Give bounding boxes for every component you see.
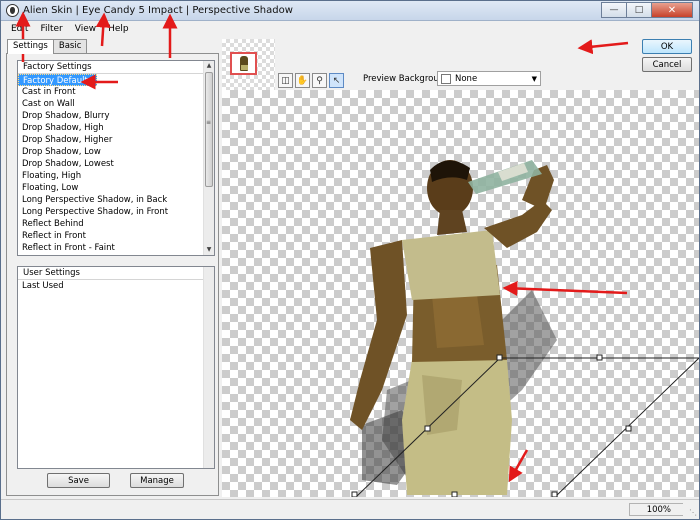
chevron-down-icon: ▼ [531, 75, 537, 83]
grip-icon: ≡ [206, 119, 212, 126]
navigator-view-frame[interactable] [230, 52, 257, 75]
app-window: Alien Skin | Eye Candy 5 Impact | Perspe… [0, 0, 700, 520]
ok-button[interactable]: OK [642, 39, 692, 54]
settings-tabs: Settings Basic [7, 39, 88, 54]
menu-view[interactable]: View [69, 22, 102, 37]
list-item[interactable]: Drop Shadow, Low [18, 146, 214, 158]
menu-help[interactable]: Help [102, 22, 135, 37]
user-settings-list[interactable]: User Settings Last Used [17, 266, 215, 469]
list-item-last-used[interactable]: Last Used [18, 280, 214, 292]
user-settings-header: User Settings [18, 267, 203, 280]
thumbnail-image [240, 56, 248, 71]
factory-settings-header: Factory Settings [18, 61, 203, 74]
close-icon: ✕ [667, 4, 677, 16]
list-item[interactable]: Drop Shadow, Lowest [18, 158, 214, 170]
tab-basic[interactable]: Basic [52, 39, 88, 53]
tab-settings[interactable]: Settings [7, 39, 54, 54]
list-item[interactable]: Cast on Wall [18, 98, 214, 110]
list-item[interactable]: Long Perspective Shadow, in Back [18, 194, 214, 206]
before-after-icon[interactable]: ◫ [278, 73, 293, 88]
hand-icon[interactable]: ✋ [295, 73, 310, 88]
preview-canvas[interactable] [222, 90, 699, 497]
list-item[interactable]: Drop Shadow, Blurry [18, 110, 214, 122]
list-item[interactable]: Floating, Low [18, 182, 214, 194]
window-controls: — □ ✕ [601, 2, 693, 18]
menu-bar: Edit Filter View Help [1, 22, 699, 37]
maximize-icon: □ [634, 5, 644, 15]
resize-grip-icon[interactable]: ⋱ [689, 508, 697, 517]
scroll-down-icon[interactable]: ▼ [204, 245, 214, 255]
scroll-thumb[interactable] [205, 72, 213, 187]
list-item[interactable]: Reflect Behind [18, 218, 214, 230]
minimize-icon: — [609, 5, 619, 15]
list-item[interactable]: Floating, High [18, 170, 214, 182]
preview-background-value: None [455, 74, 478, 84]
cancel-button[interactable]: Cancel [642, 57, 692, 72]
factory-list-scrollbar[interactable]: ▲ ≡ ▼ [203, 61, 214, 255]
close-button[interactable]: ✕ [651, 2, 693, 18]
save-button[interactable]: Save [47, 473, 110, 488]
maximize-button[interactable]: □ [626, 2, 652, 18]
preview-toolbar: ◫ ✋ ⚲ ↖ [278, 73, 346, 88]
manage-button[interactable]: Manage [130, 473, 184, 488]
window-title: Alien Skin | Eye Candy 5 Impact | Perspe… [23, 5, 293, 16]
minimize-button[interactable]: — [601, 2, 627, 18]
zoom-icon[interactable]: ⚲ [312, 73, 327, 88]
list-item[interactable]: Long Perspective Shadow, in Front [18, 206, 214, 218]
navigator-thumbnail[interactable] [222, 39, 275, 91]
arrow-icon[interactable]: ↖ [329, 73, 344, 88]
menu-filter[interactable]: Filter [34, 22, 68, 37]
factory-settings-list[interactable]: Factory Settings Factory Default Cast in… [17, 60, 215, 256]
list-item[interactable]: Drop Shadow, High [18, 122, 214, 134]
list-item[interactable]: Drop Shadow, Higher [18, 134, 214, 146]
title-bar: Alien Skin | Eye Candy 5 Impact | Perspe… [1, 1, 699, 21]
list-item[interactable]: Reflect in Front [18, 230, 214, 242]
preview-image [350, 160, 699, 497]
list-item-factory-default[interactable]: Factory Default [18, 74, 97, 86]
user-list-scrollbar[interactable] [203, 267, 214, 468]
zoom-level: 100% [629, 503, 683, 516]
menu-edit[interactable]: Edit [5, 22, 34, 37]
alien-skin-icon[interactable] [6, 4, 19, 17]
list-item[interactable]: Cast in Front [18, 86, 214, 98]
status-bar: 100% ⋱ [1, 499, 699, 519]
scroll-up-icon[interactable]: ▲ [204, 61, 214, 71]
preview-background-select[interactable]: None ▼ [437, 71, 541, 86]
settings-panel: Factory Settings Factory Default Cast in… [6, 53, 219, 496]
color-swatch [441, 74, 451, 84]
list-item[interactable]: Reflect in Front - Faint [18, 242, 214, 254]
